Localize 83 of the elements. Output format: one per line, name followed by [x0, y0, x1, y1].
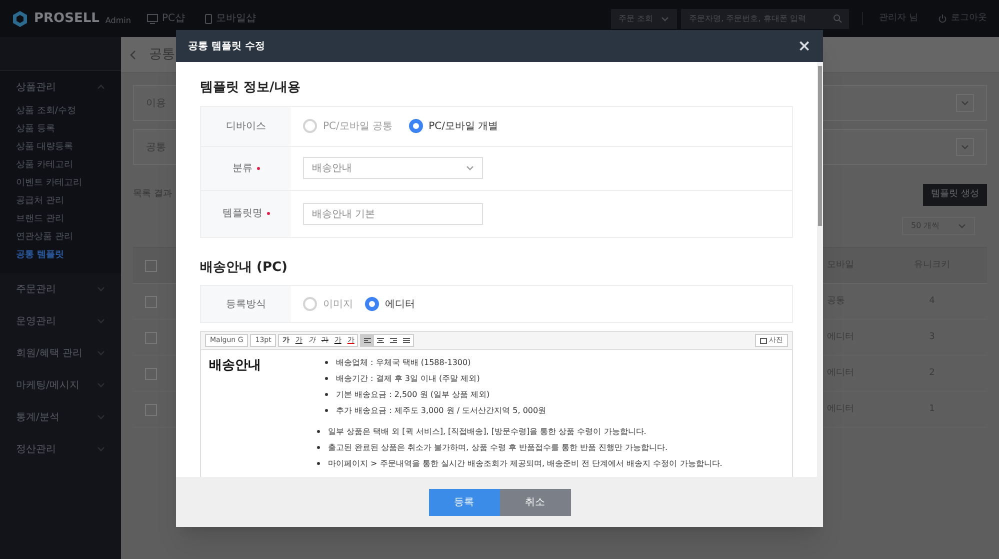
create-template-button[interactable]: 템플릿 생성 — [923, 184, 987, 206]
chevron-down-icon — [97, 349, 105, 357]
align-icon — [377, 338, 384, 344]
close-button[interactable]: × — [798, 38, 811, 54]
bullet-icon — [325, 361, 328, 364]
list-item: 기본 배송요금 : 2,500 원 (일부 상품 제외) — [336, 389, 490, 401]
chevron-down-icon — [97, 285, 105, 293]
chevron-down-icon — [97, 413, 105, 421]
back-icon — [129, 50, 137, 60]
submit-button[interactable]: 등록 — [428, 488, 500, 516]
dropdown-button[interactable] — [956, 138, 974, 156]
cancel-button[interactable]: 취소 — [500, 488, 570, 516]
bullet-icon — [325, 377, 328, 380]
section-title: 배송안내 (PC) — [200, 258, 288, 276]
menu-group[interactable]: 마케팅/메시지 — [0, 369, 121, 401]
menu-group[interactable]: 주문관리 — [0, 273, 121, 305]
menu-group[interactable]: 상품관리 — [0, 71, 121, 103]
radio-unselected[interactable] — [303, 119, 317, 133]
menu-group[interactable]: 정산관리 — [0, 433, 121, 465]
logo-icon — [12, 10, 28, 26]
radio-option[interactable]: 에디터 — [365, 296, 415, 312]
category-select[interactable]: 배송안내 — [303, 157, 483, 179]
list-item: 일부 상품은 택배 외 [퀵 서비스], [직접배송], [방문수령]을 통한 상품 수령이 가능합니다. — [328, 426, 646, 438]
checkbox[interactable] — [145, 296, 157, 308]
nav-link[interactable]: 모바일샵 — [205, 11, 256, 26]
chevron-down-icon — [958, 222, 966, 230]
menu-group[interactable]: 회원/혜택 관리 — [0, 337, 121, 369]
bullet-icon — [317, 430, 320, 433]
bullet-icon — [317, 462, 320, 465]
checkbox[interactable] — [145, 404, 157, 416]
field-label: 분류 — [201, 146, 291, 190]
align-icon — [364, 338, 372, 344]
menu-item[interactable]: 상품 등록 — [0, 121, 121, 139]
chevron-down-icon — [97, 83, 105, 91]
menu-item[interactable]: 상품 조회/수정 — [0, 103, 121, 121]
list-item: 출고된 완료된 상품은 취소가 불가하며, 상품 수령 후 반품접수를 통한 반품 진행만 가능합니다. — [328, 442, 668, 454]
menu-item[interactable]: 상품 카테고리 — [0, 157, 121, 175]
menu-item[interactable]: 상품 대량등록 — [0, 139, 121, 157]
menu-item[interactable]: 브랜드 관리 — [0, 211, 121, 229]
modal-title: 공통 템플릿 수정 — [188, 40, 265, 54]
align-icon — [403, 338, 410, 344]
chevron-down-icon — [961, 143, 969, 151]
align-button[interactable] — [361, 335, 374, 346]
bullet-icon — [325, 409, 328, 412]
chevron-down-icon — [661, 14, 670, 22]
radio-selected[interactable] — [365, 297, 379, 311]
monitor-icon — [147, 14, 158, 24]
logo-text: PROSELL — [34, 10, 100, 28]
list-item: 마이페이지 > 주문내역을 통한 실시간 배송조회가 제공되며, 배송준비 전 단계에서 배송지 수정이 가능합니다. — [328, 458, 722, 470]
bullet-icon — [325, 393, 328, 396]
template-name-field[interactable]: 배송안내 기본 — [303, 202, 483, 224]
menu-item[interactable]: 공급처 관리 — [0, 193, 121, 211]
field-label: 템플릿명 — [201, 190, 291, 236]
chevron-down-icon — [466, 164, 474, 172]
bullet-icon — [317, 446, 320, 449]
checkbox[interactable] — [145, 332, 157, 344]
list-item: 배송업체 : 우체국 택배 (1588-1300) — [336, 357, 471, 369]
dropdown-button[interactable] — [956, 94, 974, 112]
mobile-icon — [205, 14, 212, 24]
menu-item[interactable]: 연관상품 관리 — [0, 229, 121, 247]
chevron-down-icon — [97, 445, 105, 453]
menu-group[interactable]: 통계/분석 — [0, 401, 121, 433]
image-icon — [760, 338, 767, 344]
field-label: 디바이스 — [201, 106, 291, 146]
logo-subtitle: Admin — [105, 14, 131, 26]
radio-unselected[interactable] — [303, 297, 317, 311]
field-label: 등록방식 — [201, 286, 291, 322]
editor-heading: 배송안내 — [209, 357, 262, 375]
radio-selected[interactable] — [408, 119, 423, 133]
list-item: 추가 배송요금 : 제주도 3,000 원 / 도서산간지역 5, 000원 — [336, 405, 546, 417]
chevron-down-icon — [97, 317, 105, 325]
chevron-down-icon — [961, 99, 969, 107]
list-item: 배송기간 : 결제 후 3일 이내 (주말 제외) — [336, 373, 480, 385]
menu-item[interactable]: 이벤트 카테고리 — [0, 175, 121, 193]
power-icon — [938, 14, 947, 23]
menu-item[interactable]: 공통 템플릿 — [0, 247, 121, 265]
nav-link[interactable]: PC샵 — [147, 11, 186, 26]
align-icon — [390, 338, 398, 344]
checkbox[interactable] — [145, 368, 157, 380]
chevron-down-icon — [97, 381, 105, 389]
checkbox[interactable] — [145, 260, 157, 272]
menu-group[interactable]: 운영관리 — [0, 305, 121, 337]
radio-option[interactable]: 이미지 — [303, 296, 353, 312]
